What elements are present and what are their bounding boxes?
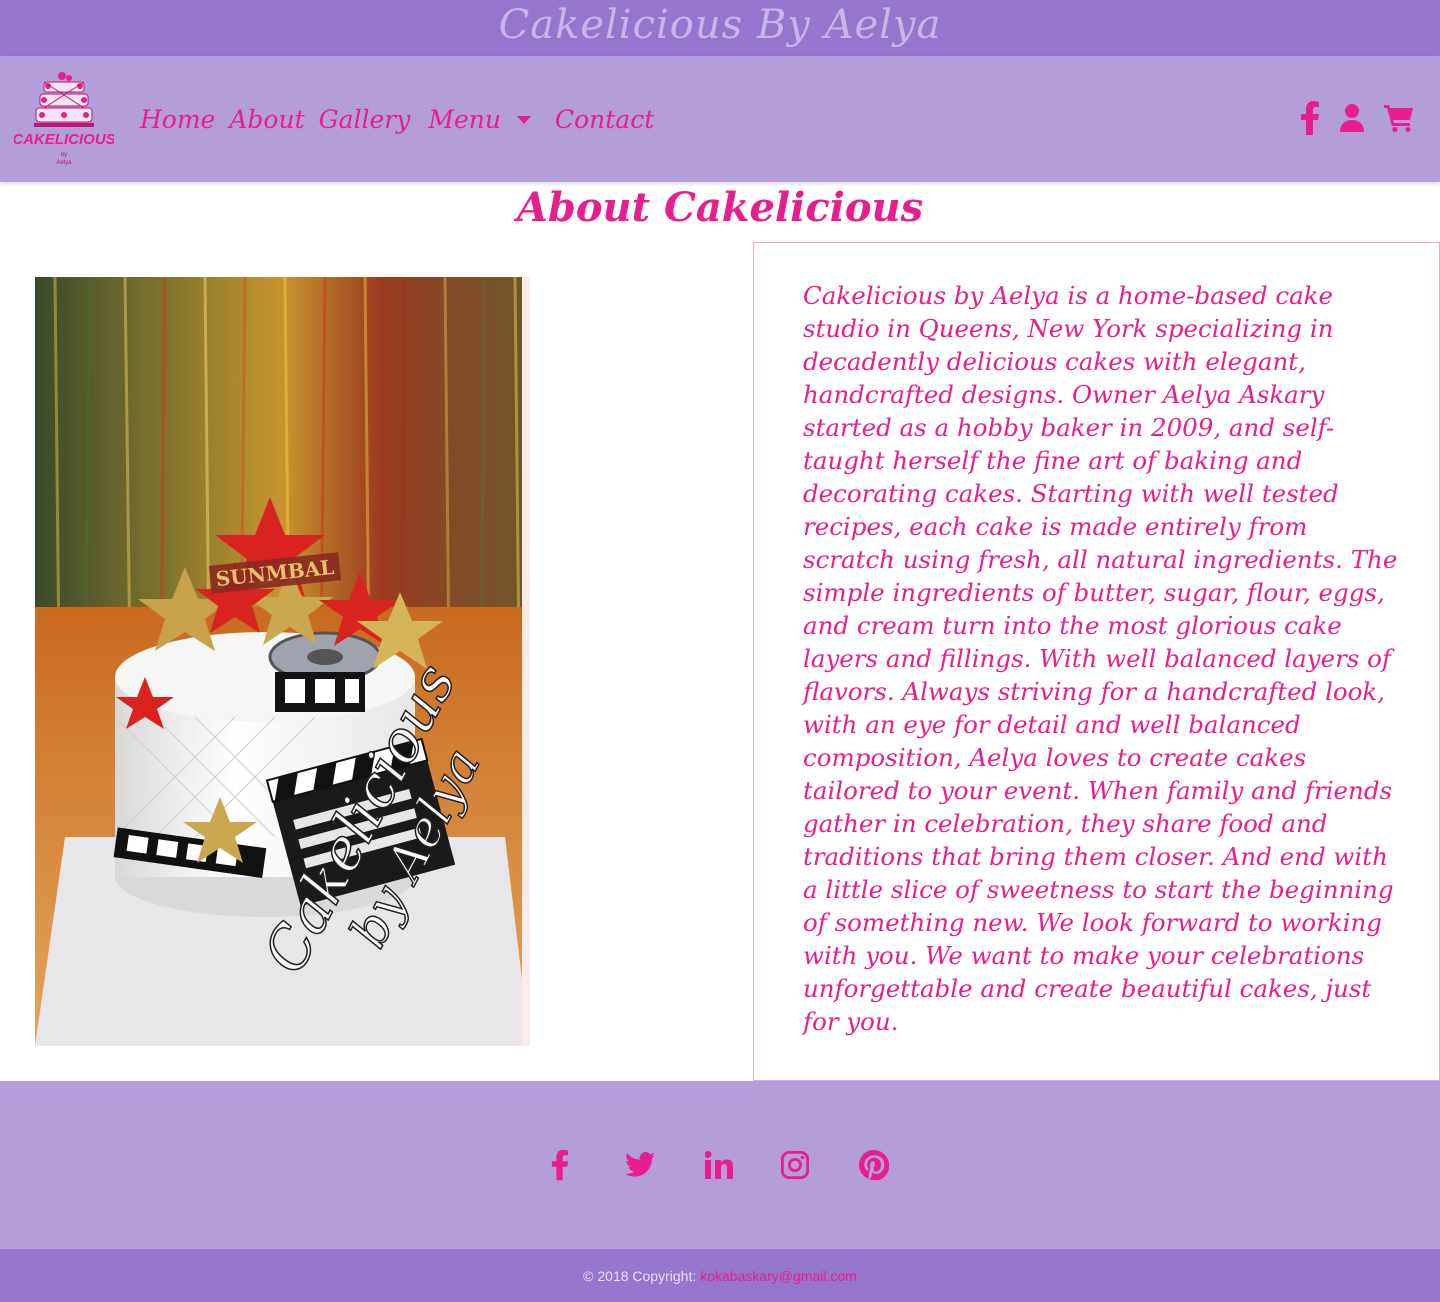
- nav-link-contact-label: Contact: [554, 104, 655, 134]
- nav-icons: [1300, 98, 1414, 138]
- facebook-icon[interactable]: [1300, 101, 1320, 135]
- top-banner: Cakelicious By Aelya: [0, 0, 1440, 56]
- social-footer: [0, 1081, 1440, 1249]
- nav-link-gallery[interactable]: Gallery: [319, 105, 411, 134]
- svg-text:by: by: [61, 152, 67, 158]
- svg-text:Aelya: Aelya: [56, 160, 72, 166]
- copyright-text: © 2018 Copyright:: [583, 1267, 697, 1284]
- copyright-bar: © 2018 Copyright: kokabaskary@gmail.com: [0, 1249, 1440, 1302]
- nav-link-home-label: Home: [140, 104, 216, 134]
- main-navbar: CAKELICIOUS by Aelya Home About Gallery …: [0, 56, 1440, 182]
- cake-logo-icon: CAKELICIOUS by Aelya: [12, 72, 116, 166]
- about-box: Cakelicious by Aelya is a home-based cak…: [753, 242, 1440, 1081]
- contact-email-link[interactable]: kokabaskary@gmail.com: [700, 1268, 857, 1284]
- cake-photo: SUNMBAL Cakelicious by Aelya: [35, 277, 530, 1046]
- nav-link-menu-dropdown[interactable]: Menu: [428, 105, 531, 134]
- facebook-icon[interactable]: [551, 1149, 569, 1181]
- pinterest-icon[interactable]: [859, 1150, 889, 1180]
- nav-link-gallery-label: Gallery: [318, 104, 411, 134]
- site-brand-title: Cakelicious By Aelya: [498, 2, 942, 48]
- linkedin-icon[interactable]: [705, 1151, 733, 1179]
- twitter-icon[interactable]: [625, 1152, 655, 1178]
- about-paragraph: Cakelicious by Aelya is a home-based cak…: [803, 281, 1398, 1036]
- nav-link-about[interactable]: About: [229, 105, 304, 134]
- social-icons: [551, 1149, 889, 1181]
- page-title: About Cakelicious: [516, 184, 924, 231]
- user-icon[interactable]: [1340, 104, 1364, 132]
- shopping-cart-icon[interactable]: [1384, 104, 1414, 132]
- nav-link-contact[interactable]: Contact: [555, 105, 654, 134]
- nav-link-about-label: About: [229, 104, 305, 134]
- caret-down-icon: [516, 116, 531, 124]
- nav-links: Home About Gallery Menu Contact: [140, 56, 668, 182]
- nav-link-home[interactable]: Home: [140, 105, 215, 134]
- site-logo[interactable]: CAKELICIOUS by Aelya: [12, 68, 116, 170]
- svg-text:CAKELICIOUS: CAKELICIOUS: [14, 131, 114, 148]
- nav-link-menu-label: Menu: [428, 104, 501, 134]
- cake-image: SUNMBAL Cakelicious by Aelya: [35, 277, 530, 1046]
- instagram-icon[interactable]: [781, 1151, 809, 1179]
